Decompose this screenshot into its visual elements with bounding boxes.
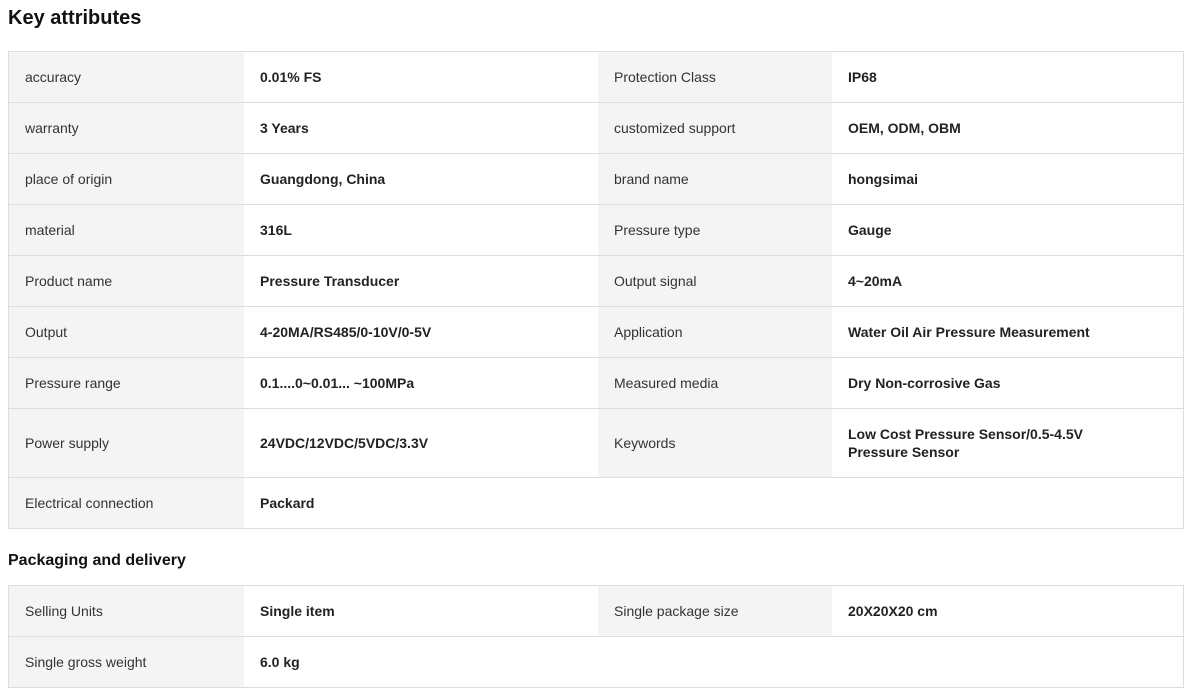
packaging-heading: Packaging and delivery — [8, 552, 186, 569]
attribute-label: Electrical connection — [9, 478, 244, 528]
attribute-label: Single gross weight — [9, 637, 244, 687]
attribute-value: 4-20MA/RS485/0-10V/0-5V — [244, 307, 598, 357]
empty-cell — [832, 478, 1183, 528]
attribute-label: Output signal — [598, 256, 832, 306]
attribute-value: 3 Years — [244, 103, 598, 153]
table-row: Pressure range 0.1....0~0.01... ~100MPa … — [9, 358, 1183, 409]
table-row: Single gross weight 6.0 kg — [9, 637, 1183, 688]
attribute-label: customized support — [598, 103, 832, 153]
attribute-value: Packard — [244, 478, 598, 528]
attribute-label: accuracy — [9, 52, 244, 102]
attribute-value: 0.01% FS — [244, 52, 598, 102]
attribute-label: warranty — [9, 103, 244, 153]
attribute-value: 4~20mA — [832, 256, 1183, 306]
attribute-value: hongsimai — [832, 154, 1183, 204]
attribute-label: Power supply — [9, 409, 244, 477]
attribute-value: Water Oil Air Pressure Measurement — [832, 307, 1183, 357]
attribute-label: Product name — [9, 256, 244, 306]
attribute-label: Single package size — [598, 586, 832, 636]
attribute-value: 24VDC/12VDC/5VDC/3.3V — [244, 409, 598, 477]
table-row: warranty 3 Years customized support OEM,… — [9, 103, 1183, 154]
table-row: Output 4-20MA/RS485/0-10V/0-5V Applicati… — [9, 307, 1183, 358]
attribute-value: 0.1....0~0.01... ~100MPa — [244, 358, 598, 408]
attribute-value: Single item — [244, 586, 598, 636]
attribute-value: 316L — [244, 205, 598, 255]
attribute-value: Low Cost Pressure Sensor/0.5-4.5V Pressu… — [832, 409, 1183, 477]
attribute-value: 20X20X20 cm — [832, 586, 1183, 636]
attribute-label: material — [9, 205, 244, 255]
key-attributes-table: accuracy 0.01% FS Protection Class IP68 … — [8, 51, 1184, 529]
table-row: Power supply 24VDC/12VDC/5VDC/3.3V Keywo… — [9, 409, 1183, 478]
packaging-table: Selling Units Single item Single package… — [8, 585, 1184, 688]
attribute-value: Dry Non-corrosive Gas — [832, 358, 1183, 408]
attribute-label: Application — [598, 307, 832, 357]
attribute-label: Selling Units — [9, 586, 244, 636]
attribute-label: brand name — [598, 154, 832, 204]
table-row: place of origin Guangdong, China brand n… — [9, 154, 1183, 205]
attribute-value: Gauge — [832, 205, 1183, 255]
empty-cell — [832, 637, 1183, 687]
attributes-page: Key attributes accuracy 0.01% FS Protect… — [0, 0, 1190, 695]
attribute-label: Pressure type — [598, 205, 832, 255]
attribute-label: Keywords — [598, 409, 832, 477]
attribute-label: Measured media — [598, 358, 832, 408]
attribute-value: IP68 — [832, 52, 1183, 102]
attribute-label: Pressure range — [9, 358, 244, 408]
table-row: Electrical connection Packard — [9, 478, 1183, 529]
attribute-label: place of origin — [9, 154, 244, 204]
key-attributes-heading: Key attributes — [8, 7, 142, 29]
table-row: material 316L Pressure type Gauge — [9, 205, 1183, 256]
attribute-label: Protection Class — [598, 52, 832, 102]
table-row: accuracy 0.01% FS Protection Class IP68 — [9, 52, 1183, 103]
attribute-value: 6.0 kg — [244, 637, 598, 687]
attribute-value: Pressure Transducer — [244, 256, 598, 306]
table-row: Product name Pressure Transducer Output … — [9, 256, 1183, 307]
table-row: Selling Units Single item Single package… — [9, 586, 1183, 637]
attribute-value: Guangdong, China — [244, 154, 598, 204]
attribute-label: Output — [9, 307, 244, 357]
empty-cell — [598, 637, 832, 687]
empty-cell — [598, 478, 832, 528]
attribute-value: OEM, ODM, OBM — [832, 103, 1183, 153]
